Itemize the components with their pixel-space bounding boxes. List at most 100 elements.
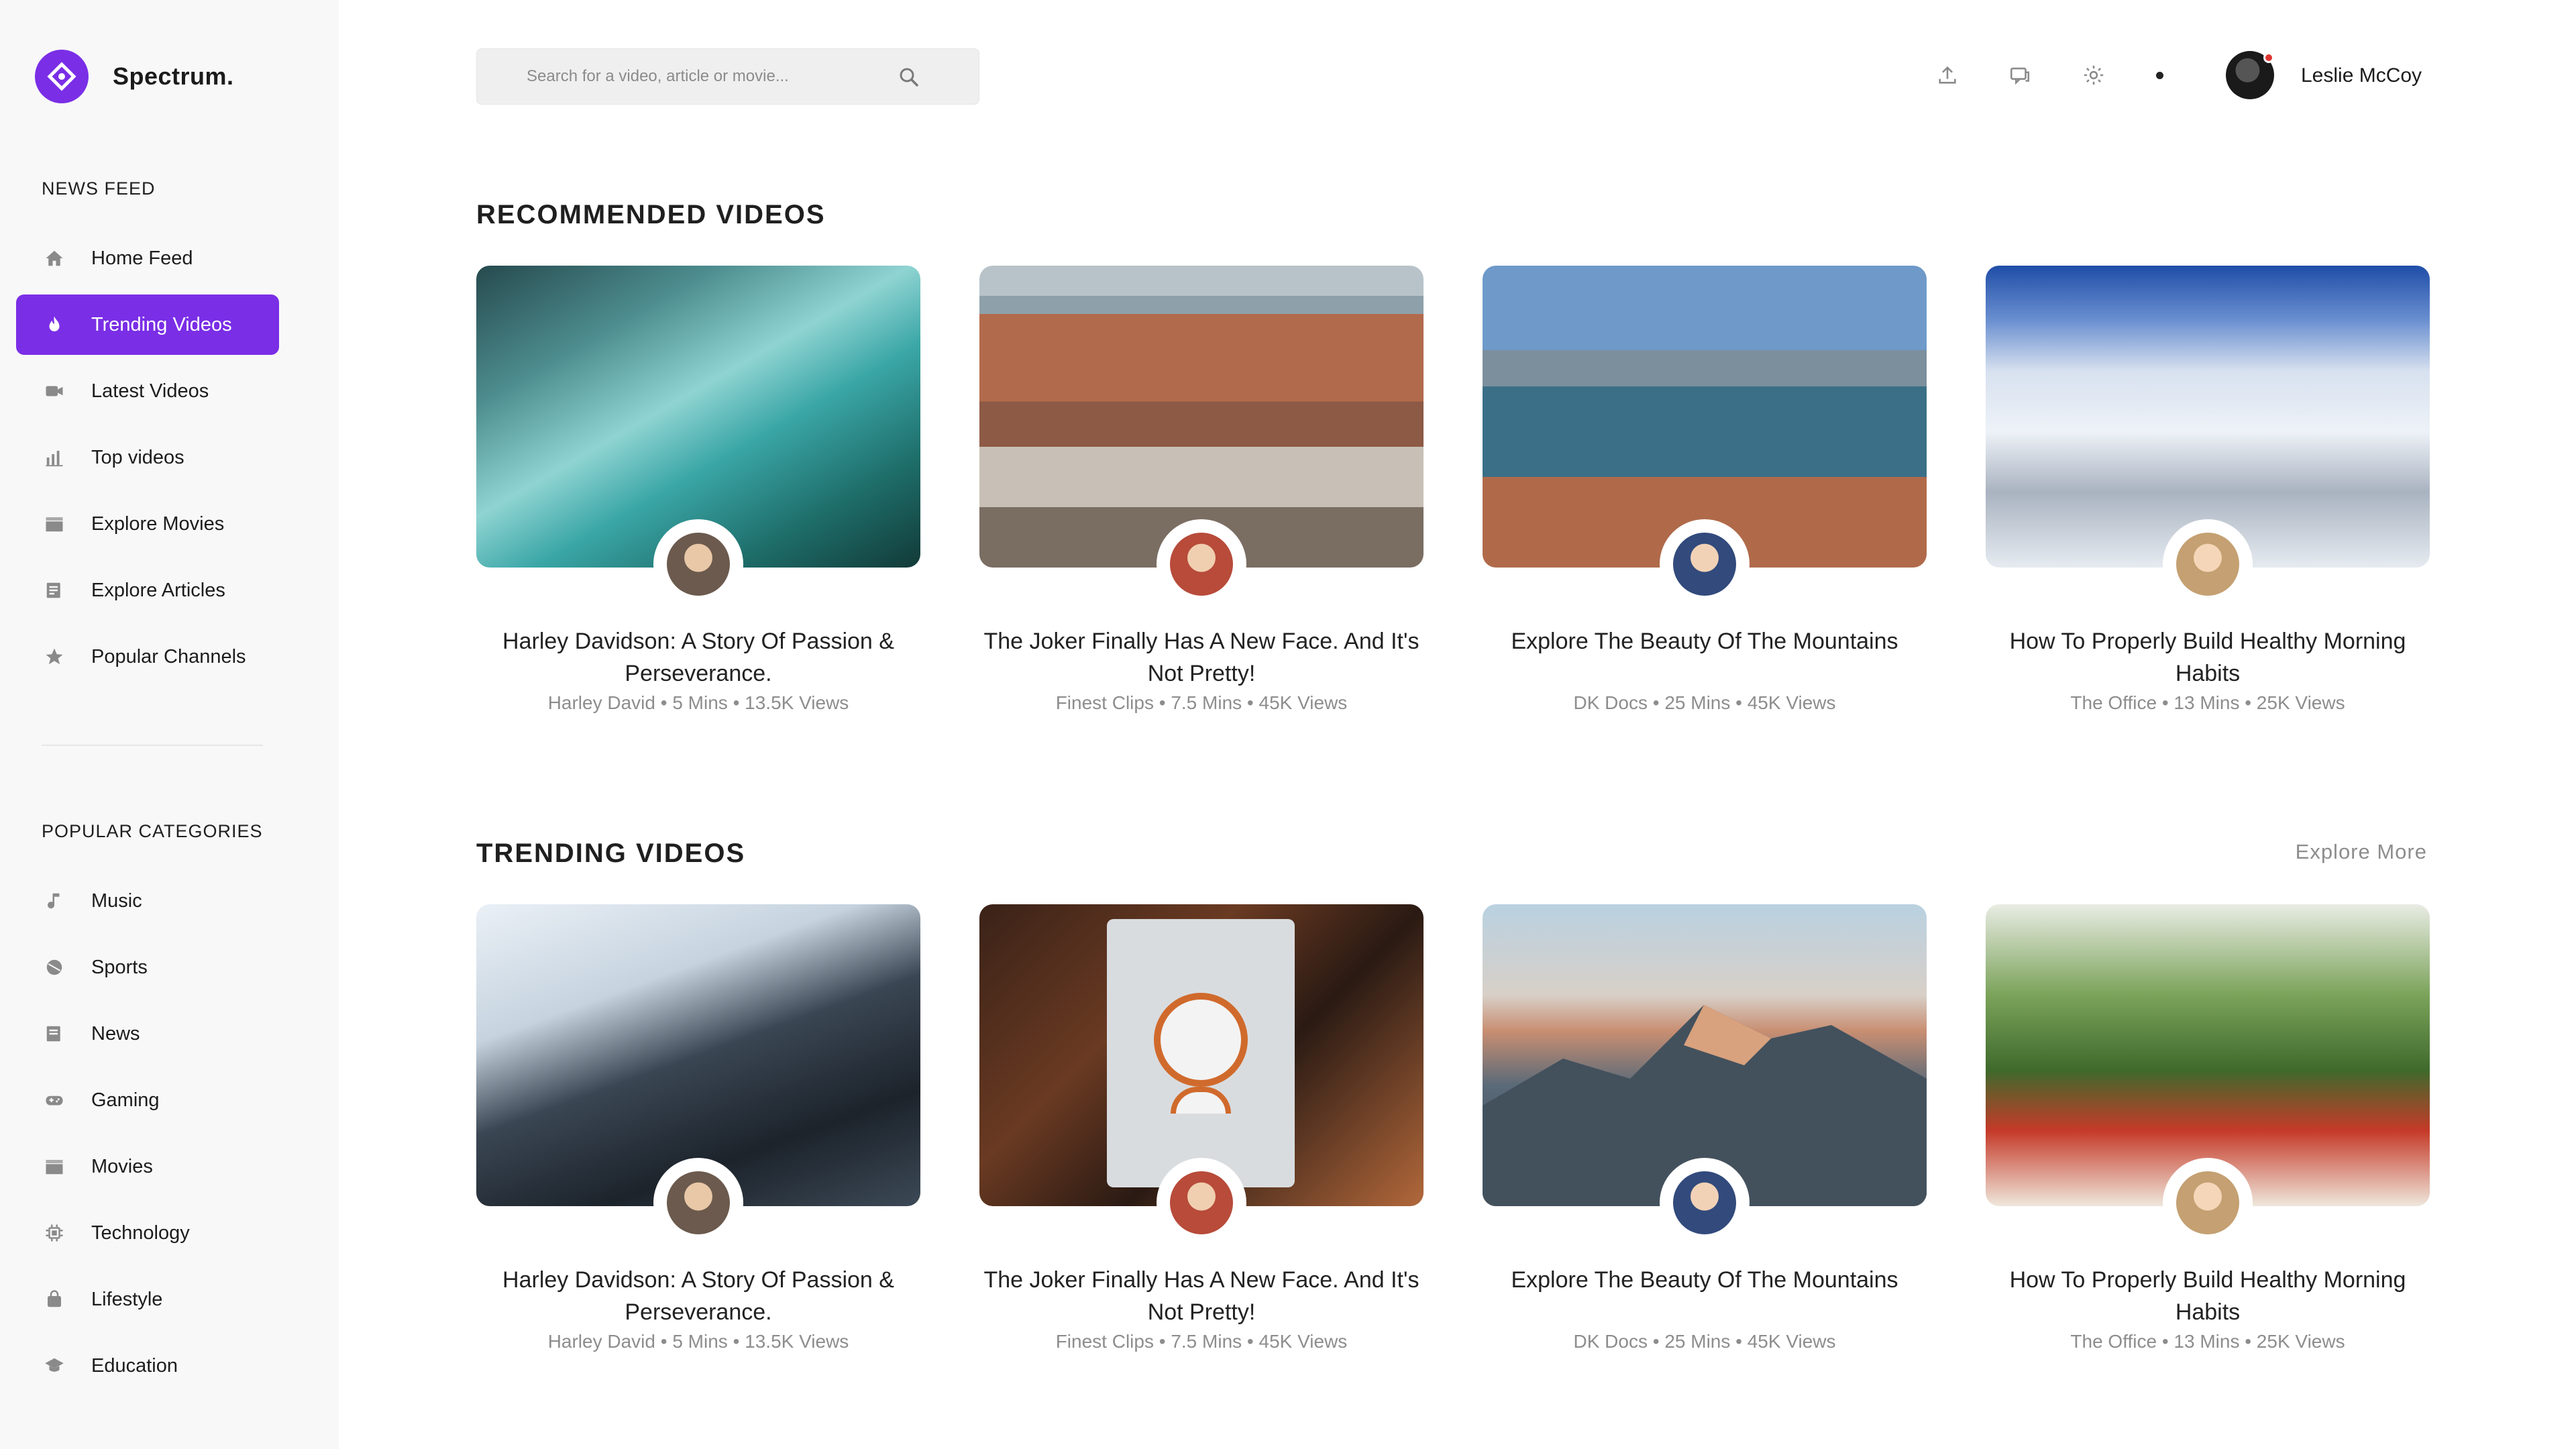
music-note-icon [43, 890, 66, 912]
video-card[interactable]: The Joker Finally Has A New Face. And It… [979, 266, 1424, 713]
sidebar-item-education[interactable]: Education [16, 1336, 279, 1396]
upload-icon[interactable] [1935, 63, 1960, 87]
search-icon[interactable] [897, 65, 921, 89]
news-feed-title: NEWS FEED [42, 178, 156, 199]
gear-icon[interactable] [2082, 63, 2106, 87]
channel-avatar[interactable] [653, 519, 743, 609]
channel-avatar[interactable] [653, 1158, 743, 1248]
sidebar-item-lifestyle[interactable]: Lifestyle [16, 1269, 279, 1330]
sidebar-item-label: Technology [91, 1222, 190, 1244]
categories-nav: Music Sports News Gaming Movies Technolo… [16, 871, 279, 1402]
video-title[interactable]: The Joker Finally Has A New Face. And It… [979, 625, 1424, 690]
sidebar-item-label: Home Feed [91, 247, 193, 269]
gamepad-icon [43, 1089, 66, 1112]
video-title[interactable]: How To Properly Build Healthy Morning Ha… [1986, 1264, 2430, 1328]
sidebar-item-label: Latest Videos [91, 380, 209, 402]
chip-icon [43, 1222, 66, 1244]
sidebar-item-label: Top videos [91, 446, 184, 468]
popular-categories-title: POPULAR CATEGORIES [42, 821, 263, 841]
sidebar-item-explore-articles[interactable]: Explore Articles [16, 560, 279, 621]
sidebar-item-news[interactable]: News [16, 1004, 279, 1064]
video-title[interactable]: Explore The Beauty Of The Mountains [1483, 625, 1927, 657]
playing-card-art [1107, 919, 1295, 1187]
recommended-videos-title: RECOMMENDED VIDEOS [476, 200, 826, 229]
explore-more-link[interactable]: Explore More [2296, 840, 2427, 864]
search-bar [476, 48, 979, 105]
sidebar-item-label: Explore Articles [91, 579, 225, 601]
video-title[interactable]: Harley Davidson: A Story Of Passion & Pe… [476, 1264, 920, 1328]
channel-avatar[interactable] [1660, 519, 1750, 609]
video-card[interactable]: How To Properly Build Healthy Morning Ha… [1986, 266, 2430, 713]
search-input[interactable] [527, 49, 902, 104]
sidebar-item-technology[interactable]: Technology [16, 1203, 279, 1263]
video-card[interactable]: Explore The Beauty Of The Mountains DK D… [1483, 266, 1927, 713]
sidebar-item-label: Movies [91, 1155, 153, 1177]
sidebar-item-explore-movies[interactable]: Explore Movies [16, 494, 279, 554]
video-camera-icon [43, 380, 66, 402]
video-card[interactable]: Harley Davidson: A Story Of Passion & Pe… [476, 266, 920, 713]
sidebar-item-trending-videos[interactable]: Trending Videos [16, 294, 279, 355]
sidebar-item-label: Trending Videos [91, 313, 232, 335]
sidebar-item-label: Sports [91, 956, 148, 978]
video-card[interactable]: How To Properly Build Healthy Morning Ha… [1986, 904, 2430, 1352]
sidebar-item-label: Education [91, 1354, 178, 1377]
sidebar: Spectrum. NEWS FEED Home Feed Trending V… [0, 0, 339, 1449]
video-meta: Harley David • 5 Mins • 13.5K Views [547, 1331, 849, 1352]
video-title[interactable]: How To Properly Build Healthy Morning Ha… [1986, 625, 2430, 690]
sidebar-item-movies[interactable]: Movies [16, 1136, 279, 1197]
sidebar-item-home-feed[interactable]: Home Feed [16, 228, 279, 288]
video-meta: Harley David • 5 Mins • 13.5K Views [547, 692, 849, 713]
video-meta: The Office • 13 Mins • 25K Views [2070, 692, 2345, 713]
channel-avatar[interactable] [1157, 1158, 1246, 1248]
channel-avatar[interactable] [1157, 519, 1246, 609]
sidebar-item-popular-channels[interactable]: Popular Channels [16, 627, 279, 687]
video-meta: Finest Clips • 7.5 Mins • 45K Views [1055, 692, 1348, 713]
sidebar-divider [42, 745, 263, 746]
sidebar-item-label: Lifestyle [91, 1288, 163, 1310]
newspaper-icon [43, 1022, 66, 1045]
logo[interactable]: Spectrum. [35, 50, 234, 103]
sidebar-item-gaming[interactable]: Gaming [16, 1070, 279, 1130]
sidebar-item-label: Popular Channels [91, 645, 246, 667]
clapperboard-icon [43, 1155, 66, 1178]
graduation-cap-icon [43, 1354, 66, 1377]
flame-icon [43, 313, 66, 336]
video-title[interactable]: The Joker Finally Has A New Face. And It… [979, 1264, 1424, 1328]
sidebar-item-sports[interactable]: Sports [16, 937, 279, 998]
trending-videos-title: TRENDING VIDEOS [476, 839, 746, 868]
user-name[interactable]: Leslie McCoy [2301, 64, 2422, 87]
chat-icon[interactable] [2008, 63, 2032, 87]
sidebar-item-top-videos[interactable]: Top videos [16, 427, 279, 488]
video-meta: The Office • 13 Mins • 25K Views [2070, 1331, 2345, 1352]
video-card[interactable]: The Joker Finally Has A New Face. And It… [979, 904, 1424, 1352]
sidebar-item-label: News [91, 1022, 140, 1044]
article-icon [43, 579, 66, 602]
sidebar-item-music[interactable]: Music [16, 871, 279, 931]
channel-avatar[interactable] [2163, 519, 2253, 609]
news-feed-nav: Home Feed Trending Videos Latest Videos … [16, 228, 279, 693]
channel-avatar[interactable] [2163, 1158, 2253, 1248]
video-meta: DK Docs • 25 Mins • 45K Views [1573, 1331, 1836, 1352]
notification-badge [2263, 52, 2274, 63]
video-card[interactable]: Harley Davidson: A Story Of Passion & Pe… [476, 904, 920, 1352]
video-meta: DK Docs • 25 Mins • 45K Views [1573, 692, 1836, 713]
home-icon [43, 247, 66, 270]
clapperboard-icon [43, 513, 66, 535]
star-icon [43, 645, 66, 668]
channel-avatar[interactable] [1660, 1158, 1750, 1248]
bag-icon [43, 1288, 66, 1311]
user-avatar[interactable] [2226, 51, 2274, 99]
bar-chart-icon [43, 446, 66, 469]
more-dot-icon[interactable] [2156, 72, 2163, 79]
video-meta: Finest Clips • 7.5 Mins • 45K Views [1055, 1331, 1348, 1352]
video-card[interactable]: Explore The Beauty Of The Mountains DK D… [1483, 904, 1927, 1352]
app-name: Spectrum. [113, 62, 234, 90]
ball-icon [43, 956, 66, 979]
video-title[interactable]: Explore The Beauty Of The Mountains [1483, 1264, 1927, 1296]
sidebar-item-label: Explore Movies [91, 513, 225, 535]
sidebar-item-label: Music [91, 890, 142, 912]
sidebar-item-latest-videos[interactable]: Latest Videos [16, 361, 279, 421]
video-title[interactable]: Harley Davidson: A Story Of Passion & Pe… [476, 625, 920, 690]
spectrum-logo-icon [35, 50, 89, 103]
sidebar-item-label: Gaming [91, 1089, 160, 1111]
